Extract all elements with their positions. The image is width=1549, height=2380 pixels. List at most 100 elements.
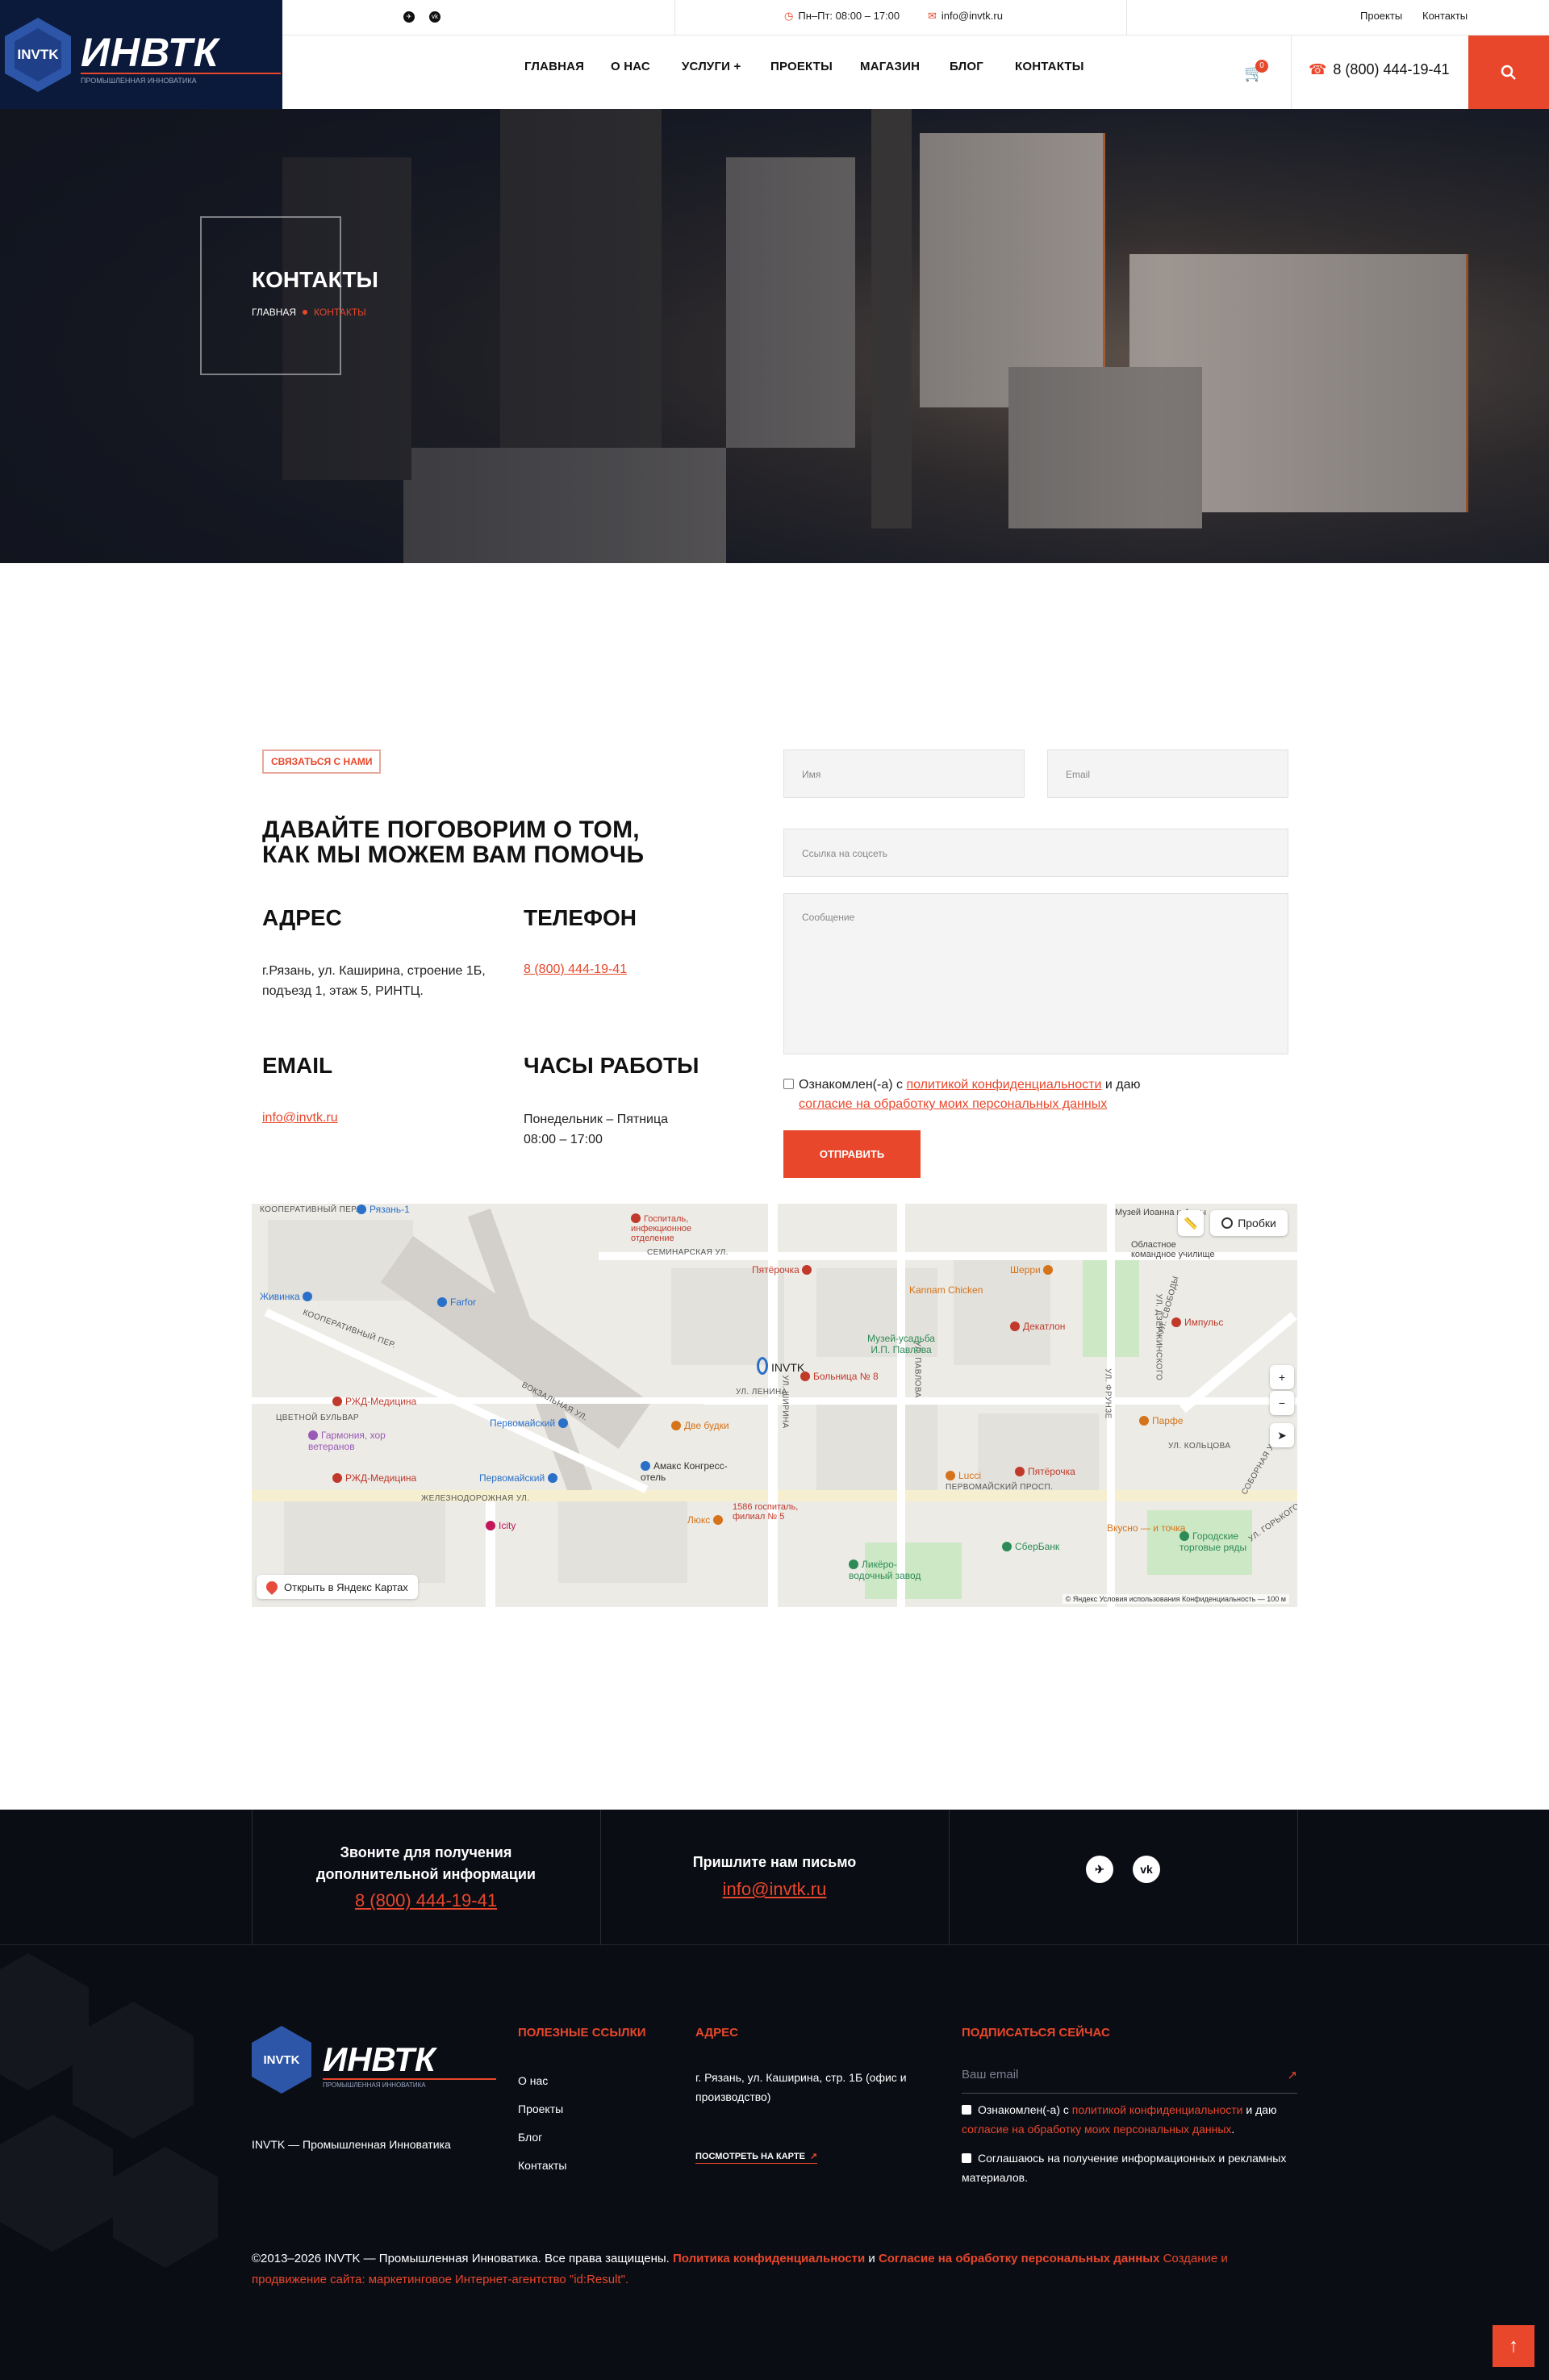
nav-services[interactable]: Услуги + (682, 60, 741, 73)
decor-hexagon (0, 2115, 113, 2252)
map-poi[interactable]: Импульс (1171, 1317, 1223, 1328)
map-poi[interactable]: Госпиталь, инфекционное отделение (631, 1213, 720, 1243)
breadcrumb-home[interactable]: Главная (252, 307, 296, 318)
map-block (978, 1413, 1099, 1494)
nav-projects[interactable]: Проекты (770, 60, 833, 73)
footer-marketing-row: Соглашаюсь на получение информационных и… (962, 2152, 1287, 2184)
site-footer: INVTK ИНВТК ПРОМЫШЛЕННАЯ ИННОВАТИКА INVT… (0, 1945, 1549, 2380)
nav-contacts[interactable]: Контакты (1015, 60, 1084, 73)
map-poi[interactable]: Farfor (437, 1296, 476, 1308)
map-poi[interactable]: Две будки (671, 1420, 729, 1431)
map-poi[interactable]: Lucci (946, 1470, 981, 1481)
ruler-button[interactable]: 📏 (1178, 1210, 1204, 1236)
map-poi[interactable]: Гармония, хор ветеранов (308, 1430, 413, 1452)
mail-email-link[interactable]: info@invtk.ru (600, 1879, 949, 1900)
footer-link-about[interactable]: О нас (518, 2074, 548, 2087)
vk-icon[interactable]: vk (1133, 1856, 1160, 1883)
personal-data-consent-link[interactable]: согласие на обработку моих персональных … (799, 1097, 1107, 1111)
map-poi[interactable]: Декатлон (1010, 1321, 1065, 1332)
copyright-privacy-link[interactable]: Политика конфиденциальности (673, 2252, 865, 2265)
map-block (284, 1494, 445, 1583)
footer-privacy-link[interactable]: политикой конфиденциальности (1072, 2103, 1243, 2116)
map-poi[interactable]: Рязань-1 (357, 1204, 410, 1215)
copyright-consent-link[interactable]: Согласие на обработку персональных данны… (879, 2252, 1159, 2265)
map-poi[interactable]: РЖД-Медицина (332, 1396, 416, 1407)
map-poi[interactable]: Больница № 8 (800, 1371, 879, 1382)
traffic-icon (1221, 1217, 1234, 1229)
geolocation-button[interactable]: ➤ (1270, 1423, 1294, 1447)
map-poi[interactable]: Парфе (1139, 1415, 1184, 1426)
map-poi[interactable]: СберБанк (1002, 1541, 1059, 1552)
map-poi[interactable]: Музей-усадьба И.П. Павлова (857, 1333, 946, 1355)
logo[interactable]: INVTK ИНВТК ПРОМЫШЛЕННАЯ ИННОВАТИКА (0, 0, 282, 109)
telegram-icon[interactable]: ✈ (1086, 1856, 1113, 1883)
map-poi[interactable]: Живинка (260, 1291, 315, 1302)
clock-icon: ◷ (784, 10, 794, 22)
telegram-icon[interactable]: ✈ (403, 11, 415, 23)
arrow-up-right-icon[interactable]: ↗ (1287, 2068, 1297, 2082)
message-textarea[interactable]: Сообщение (783, 893, 1288, 1054)
map-poi[interactable]: Icity (486, 1520, 516, 1531)
vk-icon[interactable]: vk (429, 11, 440, 23)
map-poi[interactable]: Пятёрочка (752, 1264, 815, 1276)
contact-heading: Давайте поговорим о том, как мы можем вам… (262, 816, 645, 868)
map-poi[interactable]: РЖД-Медицина (332, 1472, 416, 1484)
section-tag: Связаться с нами (262, 749, 382, 774)
consent-checkbox[interactable] (783, 1079, 794, 1089)
map-poi[interactable]: Первомайский (490, 1418, 571, 1429)
map-poi[interactable]: Kannam Chicken (909, 1284, 983, 1296)
footer-description: INVTK — Промышленная Инноватика (252, 2138, 451, 2151)
contact-email-link[interactable]: info@invtk.ru (262, 1111, 338, 1125)
breadcrumb: Главная Контакты (252, 307, 366, 318)
nav-home[interactable]: Главная (524, 60, 584, 73)
map-poi[interactable]: 1586 госпиталь, филиал № 5 (733, 1502, 829, 1522)
top-link-projects[interactable]: Проекты (1360, 10, 1402, 22)
footer-consent-checkbox[interactable] (962, 2105, 971, 2115)
name-input[interactable]: Имя (783, 749, 1025, 798)
top-bar: ✈ vk ◷ Пн–Пт: 08:00 – 17:00 ✉ info@invtk.r… (282, 0, 1549, 35)
map-poi[interactable]: Шерри (1010, 1264, 1056, 1276)
search-button[interactable] (1468, 35, 1549, 109)
top-link-contacts[interactable]: Контакты (1422, 10, 1468, 22)
footer-link-contacts[interactable]: Контакты (518, 2159, 566, 2172)
map-poi[interactable]: Городские торговые ряды (1179, 1530, 1268, 1553)
email-input[interactable]: Email (1047, 749, 1288, 798)
view-on-map-link[interactable]: Посмотреть на карте ↗ (695, 2151, 818, 2164)
zoom-in-button[interactable]: + (1270, 1365, 1294, 1389)
zoom-out-button[interactable]: − (1270, 1391, 1294, 1415)
main-nav: Главная О нас Услуги + Проекты Магазин Б… (282, 35, 1549, 109)
scroll-to-top-button[interactable]: ↑ (1493, 2325, 1534, 2367)
contact-phone-link[interactable]: 8 (800) 444-19-41 (524, 962, 627, 977)
footer-links-title: Полезные ссылки (518, 2026, 646, 2040)
call-phone-link[interactable]: 8 (800) 444-19-41 (252, 1890, 600, 1911)
privacy-policy-link[interactable]: политикой конфиденциальности (906, 1078, 1101, 1092)
map-poi[interactable]: Вкусно — и точка (1107, 1522, 1188, 1534)
header-phone-link[interactable]: ☎ 8 (800) 444-19-41 (1309, 61, 1450, 78)
nav-shop[interactable]: Магазин (860, 60, 920, 73)
map-poi[interactable]: Первомайский (479, 1472, 561, 1484)
footer-marketing-checkbox[interactable] (962, 2153, 971, 2163)
footer-link-projects[interactable]: Проекты (518, 2102, 563, 2115)
top-email-link[interactable]: ✉ info@invtk.ru (928, 10, 1003, 23)
footer-address: г. Рязань, ул. Каширина, стр. 1Б (офис и… (695, 2071, 907, 2103)
map-poi[interactable]: Люкс (687, 1514, 726, 1526)
traffic-button[interactable]: Пробки (1210, 1210, 1288, 1236)
subscribe-email-input[interactable]: Ваш email ↗ (962, 2068, 1297, 2094)
nav-about[interactable]: О нас (611, 60, 650, 73)
open-in-yandex-maps-link[interactable]: Открыть в Яндекс Картах (257, 1575, 418, 1599)
street-label: Ул. Кольцова (1168, 1442, 1231, 1451)
footer-consent-link[interactable]: согласие на обработку моих персональных … (962, 2123, 1231, 2136)
map-poi[interactable]: Областное командное училище (1131, 1240, 1220, 1259)
social-link-input[interactable]: Ссылка на соцсеть (783, 829, 1288, 877)
map-poi[interactable]: Амакс Конгресс-отель (641, 1460, 729, 1483)
map-marker-invtk[interactable]: INVTK (757, 1357, 804, 1375)
map-poi[interactable]: Ликёро-водочный завод (849, 1559, 937, 1581)
submit-button[interactable]: Отправить (783, 1130, 921, 1178)
footer-logo[interactable]: INVTK (252, 2026, 311, 2094)
yandex-map[interactable]: Кооперативный пер. Семинарская ул. Вокза… (252, 1204, 1297, 1607)
map-road (897, 1204, 905, 1607)
map-poi[interactable]: Пятёрочка (1015, 1466, 1075, 1477)
divider (674, 0, 675, 35)
nav-blog[interactable]: Блог (950, 60, 983, 73)
footer-link-blog[interactable]: Блог (518, 2131, 542, 2144)
